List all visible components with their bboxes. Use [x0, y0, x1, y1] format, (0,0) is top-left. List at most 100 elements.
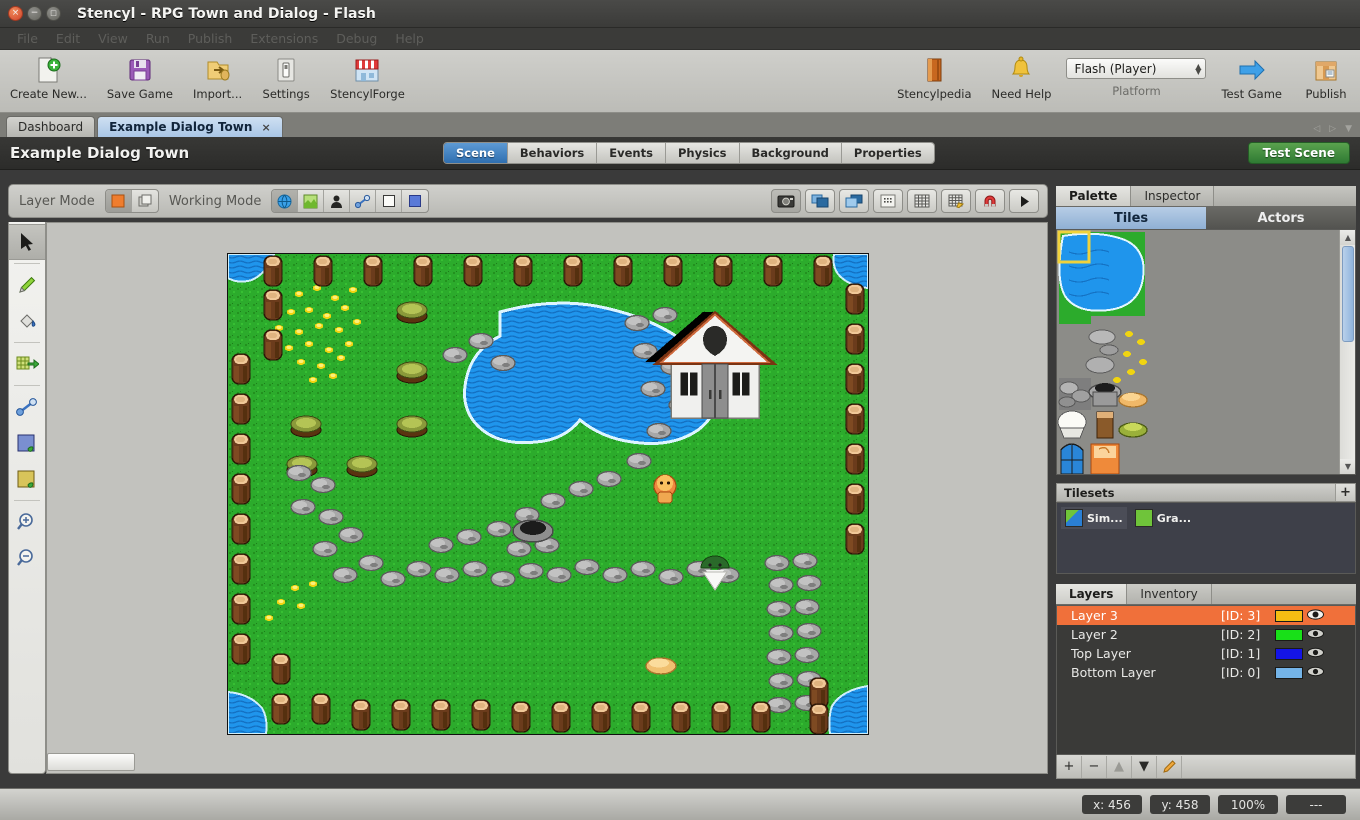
minimize-window-icon[interactable]: − [27, 6, 42, 21]
tab-background[interactable]: Background [739, 143, 842, 163]
tab-layers[interactable]: Layers [1056, 584, 1128, 604]
chevron-updown-icon: ▲ ▼ [1195, 61, 1202, 76]
layers-list[interactable]: Layer 3 [ID: 3] Layer 2 [ID: 2] Top Laye… [1056, 605, 1356, 755]
blue-region-icon[interactable] [10, 425, 44, 461]
terrain-tile-icon[interactable] [298, 190, 325, 212]
add-layer-button[interactable]: + [1057, 755, 1082, 778]
canvas-hscroll-thumb[interactable] [47, 753, 135, 771]
canvas-hscrollbar[interactable] [46, 752, 1048, 774]
tab-inspector[interactable]: Inspector [1131, 186, 1215, 206]
layer-visibility-eye-icon[interactable] [1303, 608, 1327, 623]
add-tileset-button[interactable]: + [1335, 484, 1355, 501]
send-backward-icon[interactable] [805, 189, 835, 213]
save-game-button[interactable]: Save Game [97, 50, 183, 101]
layer-visibility-eye-icon[interactable] [1303, 647, 1327, 661]
joint-icon[interactable] [350, 190, 377, 212]
tab-next-icon[interactable]: ▷ [1329, 124, 1336, 134]
need-help-button[interactable]: Need Help [982, 50, 1062, 101]
region-fill-icon[interactable] [402, 190, 428, 212]
publish-button[interactable]: Publish [1292, 50, 1360, 101]
menu-extensions[interactable]: Extensions [241, 31, 327, 46]
single-layer-icon[interactable] [105, 190, 132, 212]
layer-visibility-eye-icon[interactable] [1303, 628, 1327, 642]
working-mode-label: Working Mode [168, 193, 262, 209]
tab-events[interactable]: Events [597, 143, 666, 163]
create-new-button[interactable]: Create New... [0, 50, 97, 101]
settings-button[interactable]: Settings [252, 50, 320, 101]
globe-icon[interactable] [272, 190, 299, 212]
camera-icon[interactable] [771, 189, 801, 213]
layer-row-layer-2[interactable]: Layer 2 [ID: 2] [1057, 625, 1355, 644]
tab-behaviors[interactable]: Behaviors [507, 143, 598, 163]
tile-palette-vscrollbar[interactable]: ▲ ▼ [1339, 230, 1355, 474]
tileset-item-sim[interactable]: Sim... [1061, 507, 1127, 529]
play-icon[interactable] [1009, 189, 1039, 213]
tab-palette[interactable]: Palette [1056, 186, 1132, 206]
scroll-down-icon[interactable]: ▼ [1340, 459, 1355, 474]
layer-color-swatch[interactable] [1275, 628, 1303, 641]
select-arrow-icon[interactable] [9, 224, 45, 260]
remove-layer-button[interactable]: − [1082, 755, 1107, 778]
tileset-item-gra[interactable]: Gra... [1131, 507, 1195, 529]
tab-close-icon[interactable]: × [261, 121, 270, 134]
layer-visibility-eye-icon[interactable] [1303, 666, 1327, 680]
close-window-icon[interactable]: × [8, 6, 23, 21]
small-grid-icon[interactable] [873, 189, 903, 213]
import-button[interactable]: Import... [183, 50, 252, 101]
minimize-glyph: − [30, 8, 39, 18]
stencylforge-button[interactable]: StencylForge [320, 50, 415, 101]
tilesets-list[interactable]: Sim... Gra... [1056, 502, 1356, 574]
menu-help[interactable]: Help [386, 31, 433, 46]
scene-canvas-area[interactable] [46, 222, 1048, 774]
tile-palette-vscroll-thumb[interactable] [1342, 246, 1354, 342]
menu-file[interactable]: File [8, 31, 47, 46]
maximize-window-icon[interactable]: □ [46, 6, 61, 21]
tab-dashboard[interactable]: Dashboard [6, 116, 96, 137]
platform-select[interactable]: Flash (Player) ▲ ▼ [1066, 58, 1207, 79]
joint-link-icon[interactable] [10, 389, 44, 425]
subtab-actors[interactable]: Actors [1206, 207, 1356, 229]
bring-forward-icon[interactable] [839, 189, 869, 213]
menu-view[interactable]: View [89, 31, 137, 46]
move-layer-up-button[interactable]: ▲ [1107, 755, 1132, 778]
magnet-snap-icon[interactable] [975, 189, 1005, 213]
multi-layer-icon[interactable] [132, 190, 158, 212]
zoom-in-icon[interactable] [10, 504, 44, 540]
tab-example-dialog-town[interactable]: Example Dialog Town × [97, 116, 283, 137]
layer-row-top-layer[interactable]: Top Layer [ID: 1] [1057, 644, 1355, 663]
menu-debug[interactable]: Debug [327, 31, 386, 46]
region-rect-icon[interactable] [376, 190, 403, 212]
layer-row-layer-3[interactable]: Layer 3 [ID: 3] [1057, 606, 1355, 625]
layer-color-swatch[interactable] [1275, 609, 1303, 622]
tab-prev-icon[interactable]: ◁ [1313, 124, 1320, 134]
stencylpedia-button[interactable]: Stencylpedia [887, 50, 981, 101]
tile-palette-grid[interactable]: ▲ ▼ [1056, 229, 1356, 475]
layer-color-swatch[interactable] [1275, 666, 1303, 679]
menu-edit[interactable]: Edit [47, 31, 89, 46]
tile-stamp-icon[interactable] [10, 346, 44, 382]
subtab-tiles[interactable]: Tiles [1056, 207, 1206, 229]
grid-icon[interactable] [907, 189, 937, 213]
pencil-icon[interactable] [10, 267, 44, 303]
grid-pencil-icon[interactable] [941, 189, 971, 213]
scene-map[interactable] [227, 253, 869, 735]
test-game-button[interactable]: Test Game [1211, 50, 1292, 101]
tab-physics[interactable]: Physics [665, 143, 740, 163]
edit-layer-button[interactable] [1157, 755, 1182, 778]
tab-inventory[interactable]: Inventory [1127, 584, 1212, 604]
paint-bucket-icon[interactable] [10, 303, 44, 339]
move-layer-down-button[interactable]: ▼ [1132, 755, 1157, 778]
menu-publish[interactable]: Publish [179, 31, 242, 46]
right-panel: Palette Inspector Tiles Actors ▲ ▼ Tiles… [1056, 186, 1356, 779]
tab-list-icon[interactable]: ▼ [1345, 124, 1352, 134]
scroll-up-icon[interactable]: ▲ [1340, 230, 1355, 245]
test-scene-button[interactable]: Test Scene [1247, 142, 1350, 164]
layer-row-bottom-layer[interactable]: Bottom Layer [ID: 0] [1057, 663, 1355, 682]
zoom-out-icon[interactable] [10, 540, 44, 576]
yellow-region-icon[interactable] [10, 461, 44, 497]
actor-icon[interactable] [324, 190, 351, 212]
menu-run[interactable]: Run [137, 31, 179, 46]
tab-properties[interactable]: Properties [841, 143, 934, 163]
tab-scene[interactable]: Scene [444, 143, 508, 163]
layer-color-swatch[interactable] [1275, 647, 1303, 660]
